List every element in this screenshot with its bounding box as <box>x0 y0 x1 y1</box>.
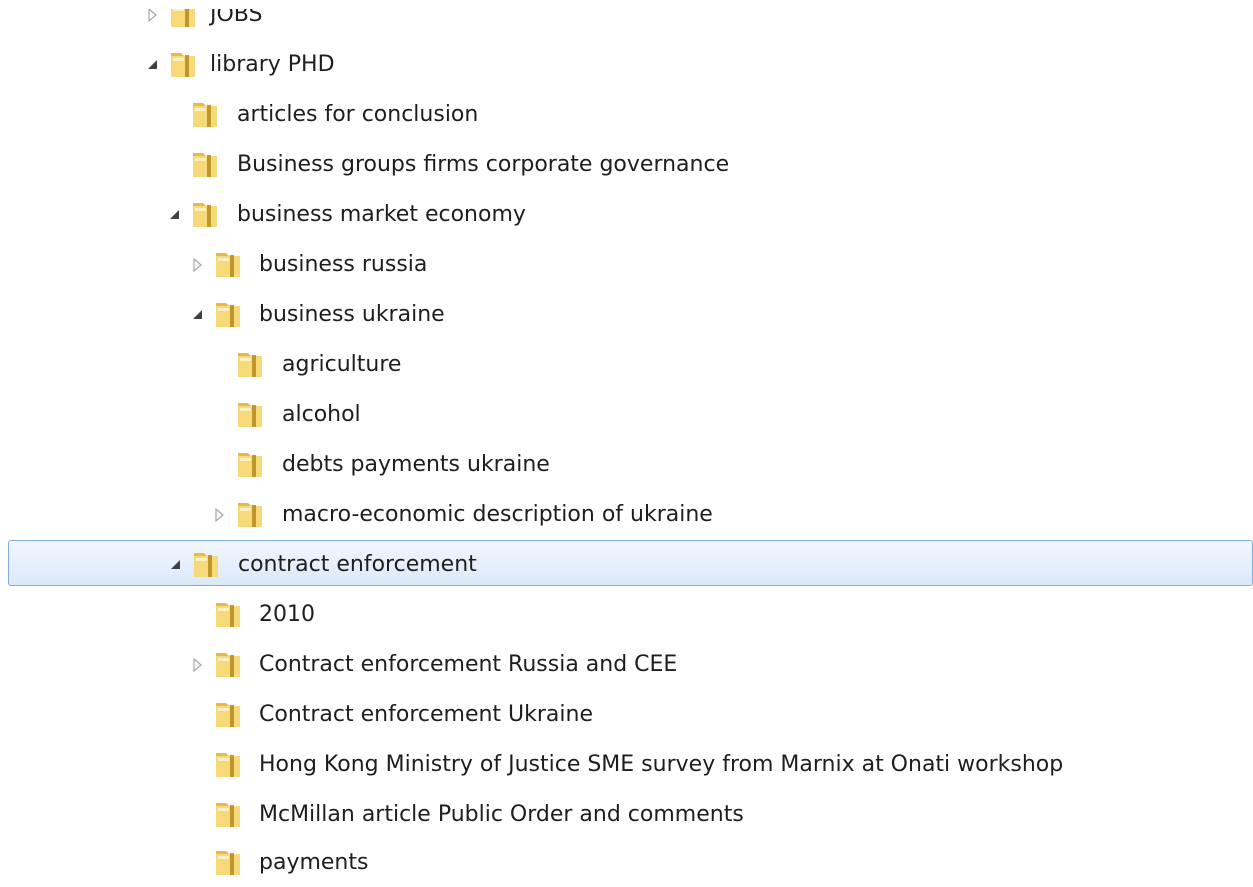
folder-tree: JOBS library PHD articles for conclusion… <box>0 0 1253 887</box>
tree-item-articles-for-conclusion[interactable]: articles for conclusion <box>0 90 1253 138</box>
folder-icon <box>235 350 265 380</box>
tree-item-label: agriculture <box>282 352 402 377</box>
tree-item-label: Hong Kong Ministry of Justice SME survey… <box>259 752 1064 777</box>
folder-icon <box>213 848 243 878</box>
tree-item-library-phd[interactable]: library PHD <box>0 40 1253 88</box>
tree-item-label: business russia <box>259 252 428 277</box>
tree-item-label: debts payments ukraine <box>282 452 550 477</box>
tree-item-hong-kong-survey[interactable]: Hong Kong Ministry of Justice SME survey… <box>0 740 1253 788</box>
tree-item-contract-enforcement-ukraine[interactable]: Contract enforcement Ukraine <box>0 690 1253 738</box>
tree-item-label: Business groups firms corporate governan… <box>237 152 730 177</box>
folder-icon <box>213 300 243 330</box>
folder-icon <box>190 150 220 180</box>
tree-item-label: Contract enforcement Ukraine <box>259 702 593 727</box>
tree-item-agriculture[interactable]: agriculture <box>0 340 1253 388</box>
expanded-arrow-icon[interactable] <box>190 307 206 323</box>
tree-item-label: contract enforcement <box>238 552 477 577</box>
expanded-arrow-icon[interactable] <box>168 557 184 573</box>
tree-item-mcmillan-article[interactable]: McMillan article Public Order and commen… <box>0 790 1253 838</box>
tree-item-business-russia[interactable]: business russia <box>0 240 1253 288</box>
folder-icon <box>191 550 221 580</box>
tree-item-business-groups[interactable]: Business groups firms corporate governan… <box>0 140 1253 188</box>
folder-icon <box>213 600 243 630</box>
folder-icon <box>235 500 265 530</box>
tree-item-label: alcohol <box>282 402 361 427</box>
collapsed-arrow-icon[interactable] <box>190 257 206 273</box>
tree-item-label: business market economy <box>237 202 526 227</box>
expanded-arrow-icon[interactable] <box>145 57 161 73</box>
folder-icon <box>213 750 243 780</box>
folder-icon <box>235 400 265 430</box>
collapsed-arrow-icon[interactable] <box>145 7 161 23</box>
tree-item-label: payments <box>259 850 369 875</box>
tree-item-label: library PHD <box>210 52 335 77</box>
tree-item-payments[interactable]: payments <box>0 838 1253 886</box>
tree-item-2010[interactable]: 2010 <box>0 590 1253 638</box>
folder-icon <box>213 250 243 280</box>
tree-item-label: business ukraine <box>259 302 445 327</box>
folder-icon <box>168 50 198 80</box>
folder-icon <box>213 650 243 680</box>
tree-item-label: 2010 <box>259 602 315 627</box>
tree-item-contract-enforcement[interactable]: contract enforcement <box>8 540 1253 586</box>
tree-item-business-market-economy[interactable]: business market economy <box>0 190 1253 238</box>
tree-item-contract-enforcement-russia-cee[interactable]: Contract enforcement Russia and CEE <box>0 640 1253 688</box>
collapsed-arrow-icon[interactable] <box>190 657 206 673</box>
expanded-arrow-icon[interactable] <box>167 207 183 223</box>
folder-icon <box>235 450 265 480</box>
tree-item-alcohol[interactable]: alcohol <box>0 390 1253 438</box>
tree-item-business-ukraine[interactable]: business ukraine <box>0 290 1253 338</box>
tree-item-label: articles for conclusion <box>237 102 479 127</box>
tree-item-debts-payments-ukraine[interactable]: debts payments ukraine <box>0 440 1253 488</box>
tree-item-label: McMillan article Public Order and commen… <box>259 802 744 827</box>
viewport-top-edge <box>0 0 1253 9</box>
collapsed-arrow-icon[interactable] <box>212 507 228 523</box>
tree-item-macro-economic-description[interactable]: macro-economic description of ukraine <box>0 490 1253 538</box>
tree-item-label: Contract enforcement Russia and CEE <box>259 652 678 677</box>
folder-icon <box>190 200 220 230</box>
folder-icon <box>213 700 243 730</box>
folder-icon <box>213 800 243 830</box>
folder-icon <box>190 100 220 130</box>
tree-item-label: macro-economic description of ukraine <box>282 502 713 527</box>
